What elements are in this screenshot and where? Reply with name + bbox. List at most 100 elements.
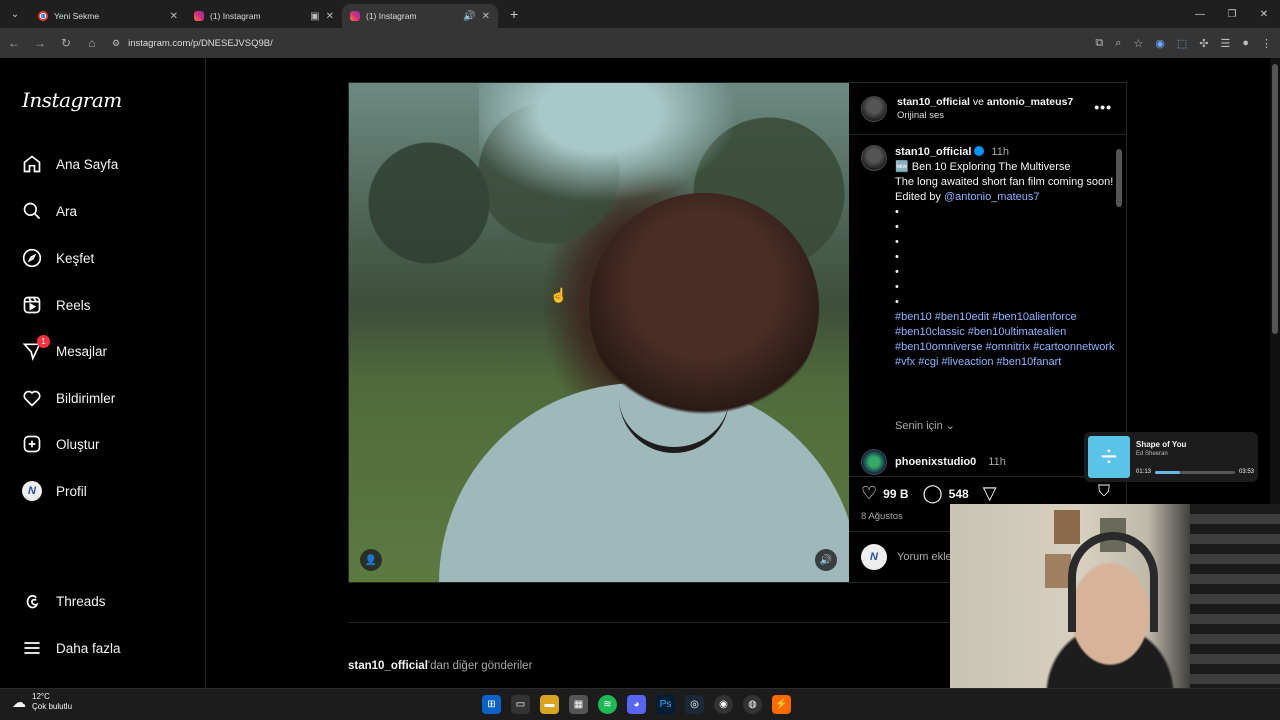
- comment-username[interactable]: phoenixstudio0: [895, 456, 976, 468]
- video-person-head: [589, 193, 819, 423]
- close-icon[interactable]: ✕: [326, 11, 334, 22]
- wall-poster: [1054, 510, 1080, 544]
- caption-dot: •: [895, 236, 899, 248]
- elapsed-time: 01:13: [1136, 469, 1152, 475]
- discord-icon[interactable]: ◕: [627, 695, 646, 714]
- steam-icon[interactable]: ◎: [685, 695, 704, 714]
- obs-icon[interactable]: ◍: [743, 695, 762, 714]
- post-video[interactable]: ☝ 👤 🔊: [349, 83, 849, 582]
- sidebar-item-label: Oluştur: [56, 436, 100, 452]
- tagged-users-button[interactable]: 👤: [360, 549, 382, 571]
- forward-button[interactable]: →: [34, 36, 46, 50]
- avatar: N: [861, 544, 887, 570]
- action-bar: ♡ 99 B ◯ 548 ▽: [861, 483, 997, 504]
- tab-instagram-1[interactable]: (1) Instagram ▣ ✕: [186, 4, 342, 28]
- mouse-cursor-icon: ☝: [550, 287, 568, 303]
- author-username[interactable]: stan10_official: [897, 96, 970, 108]
- caption-dot: •: [895, 206, 899, 218]
- photoshop-icon[interactable]: Ps: [656, 695, 675, 714]
- profile-icon[interactable]: ●: [1242, 37, 1249, 49]
- caption-dot: •: [895, 221, 899, 233]
- speaker-icon[interactable]: 🔊: [463, 11, 475, 22]
- close-icon[interactable]: ✕: [482, 11, 490, 22]
- tab-new-tab[interactable]: Yeni Sekme ✕: [30, 4, 186, 28]
- caption-text: The long awaited short fan film coming s…: [895, 176, 1114, 188]
- zoom-icon[interactable]: ⌕: [1115, 37, 1121, 50]
- for-you-dropdown[interactable]: Senin için ⌄: [895, 419, 955, 432]
- caption-scrollbar[interactable]: [1116, 143, 1122, 473]
- spotify-icon[interactable]: ≋: [598, 695, 617, 714]
- caption-username[interactable]: stan10_official: [895, 146, 971, 158]
- save-bookmark-icon[interactable]: ⛉: [1098, 483, 1110, 501]
- reload-button[interactable]: ↻: [60, 36, 72, 50]
- comment-count[interactable]: 548: [949, 487, 969, 501]
- sidebar-item-home[interactable]: Ana Sayfa: [22, 154, 118, 174]
- sidebar-item-more[interactable]: Daha fazla: [22, 638, 121, 658]
- mute-button[interactable]: 🔊: [815, 549, 837, 571]
- sidebar-item-label: Profil: [56, 483, 87, 499]
- task-view-icon[interactable]: ▭: [511, 695, 530, 714]
- tab-instagram-2[interactable]: (1) Instagram 🔊 ✕: [342, 4, 498, 28]
- song-title: Shape of You: [1136, 440, 1187, 449]
- back-button[interactable]: ←: [8, 36, 20, 50]
- minimize-button[interactable]: —: [1184, 9, 1216, 20]
- extension-icon[interactable]: ◉: [1155, 37, 1165, 50]
- close-icon[interactable]: ✕: [170, 11, 178, 22]
- sidebar-item-messages[interactable]: 1 Mesajlar: [22, 335, 108, 361]
- sidebar-item-search[interactable]: Ara: [22, 201, 77, 221]
- share-icon[interactable]: ▽: [983, 483, 997, 504]
- maximize-button[interactable]: ❐: [1216, 9, 1248, 20]
- sidebar-item-reels[interactable]: Reels: [22, 295, 91, 315]
- song-artist: Ed Sheeran: [1136, 451, 1168, 457]
- menu-kebab-icon[interactable]: ⋮: [1261, 37, 1272, 50]
- window-controls: — ❐ ✕: [1184, 0, 1280, 28]
- windows-start-icon[interactable]: ⊞: [482, 695, 501, 714]
- tab-search-button[interactable]: ⌄: [0, 0, 30, 28]
- sidebar-item-create[interactable]: Oluştur: [22, 434, 100, 454]
- avatar[interactable]: [861, 449, 887, 475]
- more-posts-username[interactable]: stan10_official: [348, 660, 428, 672]
- weather-widget[interactable]: ☁ 12°C Çok bulutlu: [12, 692, 72, 712]
- media-control-icon[interactable]: ☰: [1220, 37, 1230, 50]
- close-window-button[interactable]: ✕: [1248, 9, 1280, 20]
- chrome-icon[interactable]: ◉: [714, 695, 733, 714]
- sidebar-item-label: Mesajlar: [56, 343, 108, 359]
- new-tab-button[interactable]: +: [510, 6, 518, 22]
- file-explorer-icon[interactable]: ▬: [540, 695, 559, 714]
- url-field[interactable]: ⚙ instagram.com/p/DNESEJVSQ9B/: [112, 38, 273, 49]
- sidebar-item-threads[interactable]: Threads: [22, 591, 106, 611]
- avatar[interactable]: [861, 95, 887, 122]
- app-icon[interactable]: ⚡: [772, 695, 791, 714]
- address-bar-row: ← → ↻ ⌂ ⚙ instagram.com/p/DNESEJVSQ9B/ ⧉…: [0, 28, 1280, 58]
- extensions-puzzle-icon[interactable]: ✣: [1199, 37, 1208, 50]
- audio-link[interactable]: Orijinal ses: [897, 109, 1073, 123]
- chrome-icon: [38, 11, 48, 21]
- like-count[interactable]: 99 B: [883, 487, 908, 501]
- instagram-icon: [194, 11, 204, 21]
- sidebar-item-explore[interactable]: Keşfet: [22, 248, 94, 268]
- sidebar: Instagram Ana Sayfa Ara Keşfet Reels 1 M…: [0, 58, 206, 688]
- music-widget[interactable]: Shape of You Ed Sheeran 01:13 03:53: [1084, 432, 1258, 482]
- more-options-icon[interactable]: •••: [1094, 99, 1112, 115]
- store-icon[interactable]: ▦: [569, 695, 588, 714]
- avatar[interactable]: [861, 145, 887, 171]
- instagram-logo[interactable]: Instagram: [22, 88, 122, 112]
- site-info-icon[interactable]: ⚙: [112, 38, 120, 49]
- hashtags[interactable]: #ben10 #ben10edit #ben10alienforce #ben1…: [895, 310, 1115, 370]
- home-button[interactable]: ⌂: [86, 36, 98, 50]
- heart-icon: [22, 388, 42, 408]
- sidebar-item-notifications[interactable]: Bildirimler: [22, 388, 115, 408]
- collab-username[interactable]: antonio_mateus7: [987, 96, 1073, 108]
- sidebar-item-profile[interactable]: N Profil: [22, 481, 87, 501]
- edited-by-label: Edited by: [895, 191, 941, 203]
- song-progress-bar[interactable]: [1155, 470, 1235, 474]
- translate-icon[interactable]: ⬚: [1177, 37, 1187, 50]
- cloud-icon: ☁: [12, 694, 26, 710]
- install-app-icon[interactable]: ⧉: [1095, 37, 1103, 50]
- like-heart-icon[interactable]: ♡: [861, 483, 877, 504]
- sidebar-item-label: Reels: [56, 297, 91, 313]
- comment-icon[interactable]: ◯: [923, 483, 943, 504]
- bookmark-star-icon[interactable]: ☆: [1133, 37, 1143, 50]
- mention-link[interactable]: @antonio_mateus7: [944, 191, 1040, 203]
- more-posts-heading: stan10_official'dan diğer gönderiler: [348, 660, 532, 672]
